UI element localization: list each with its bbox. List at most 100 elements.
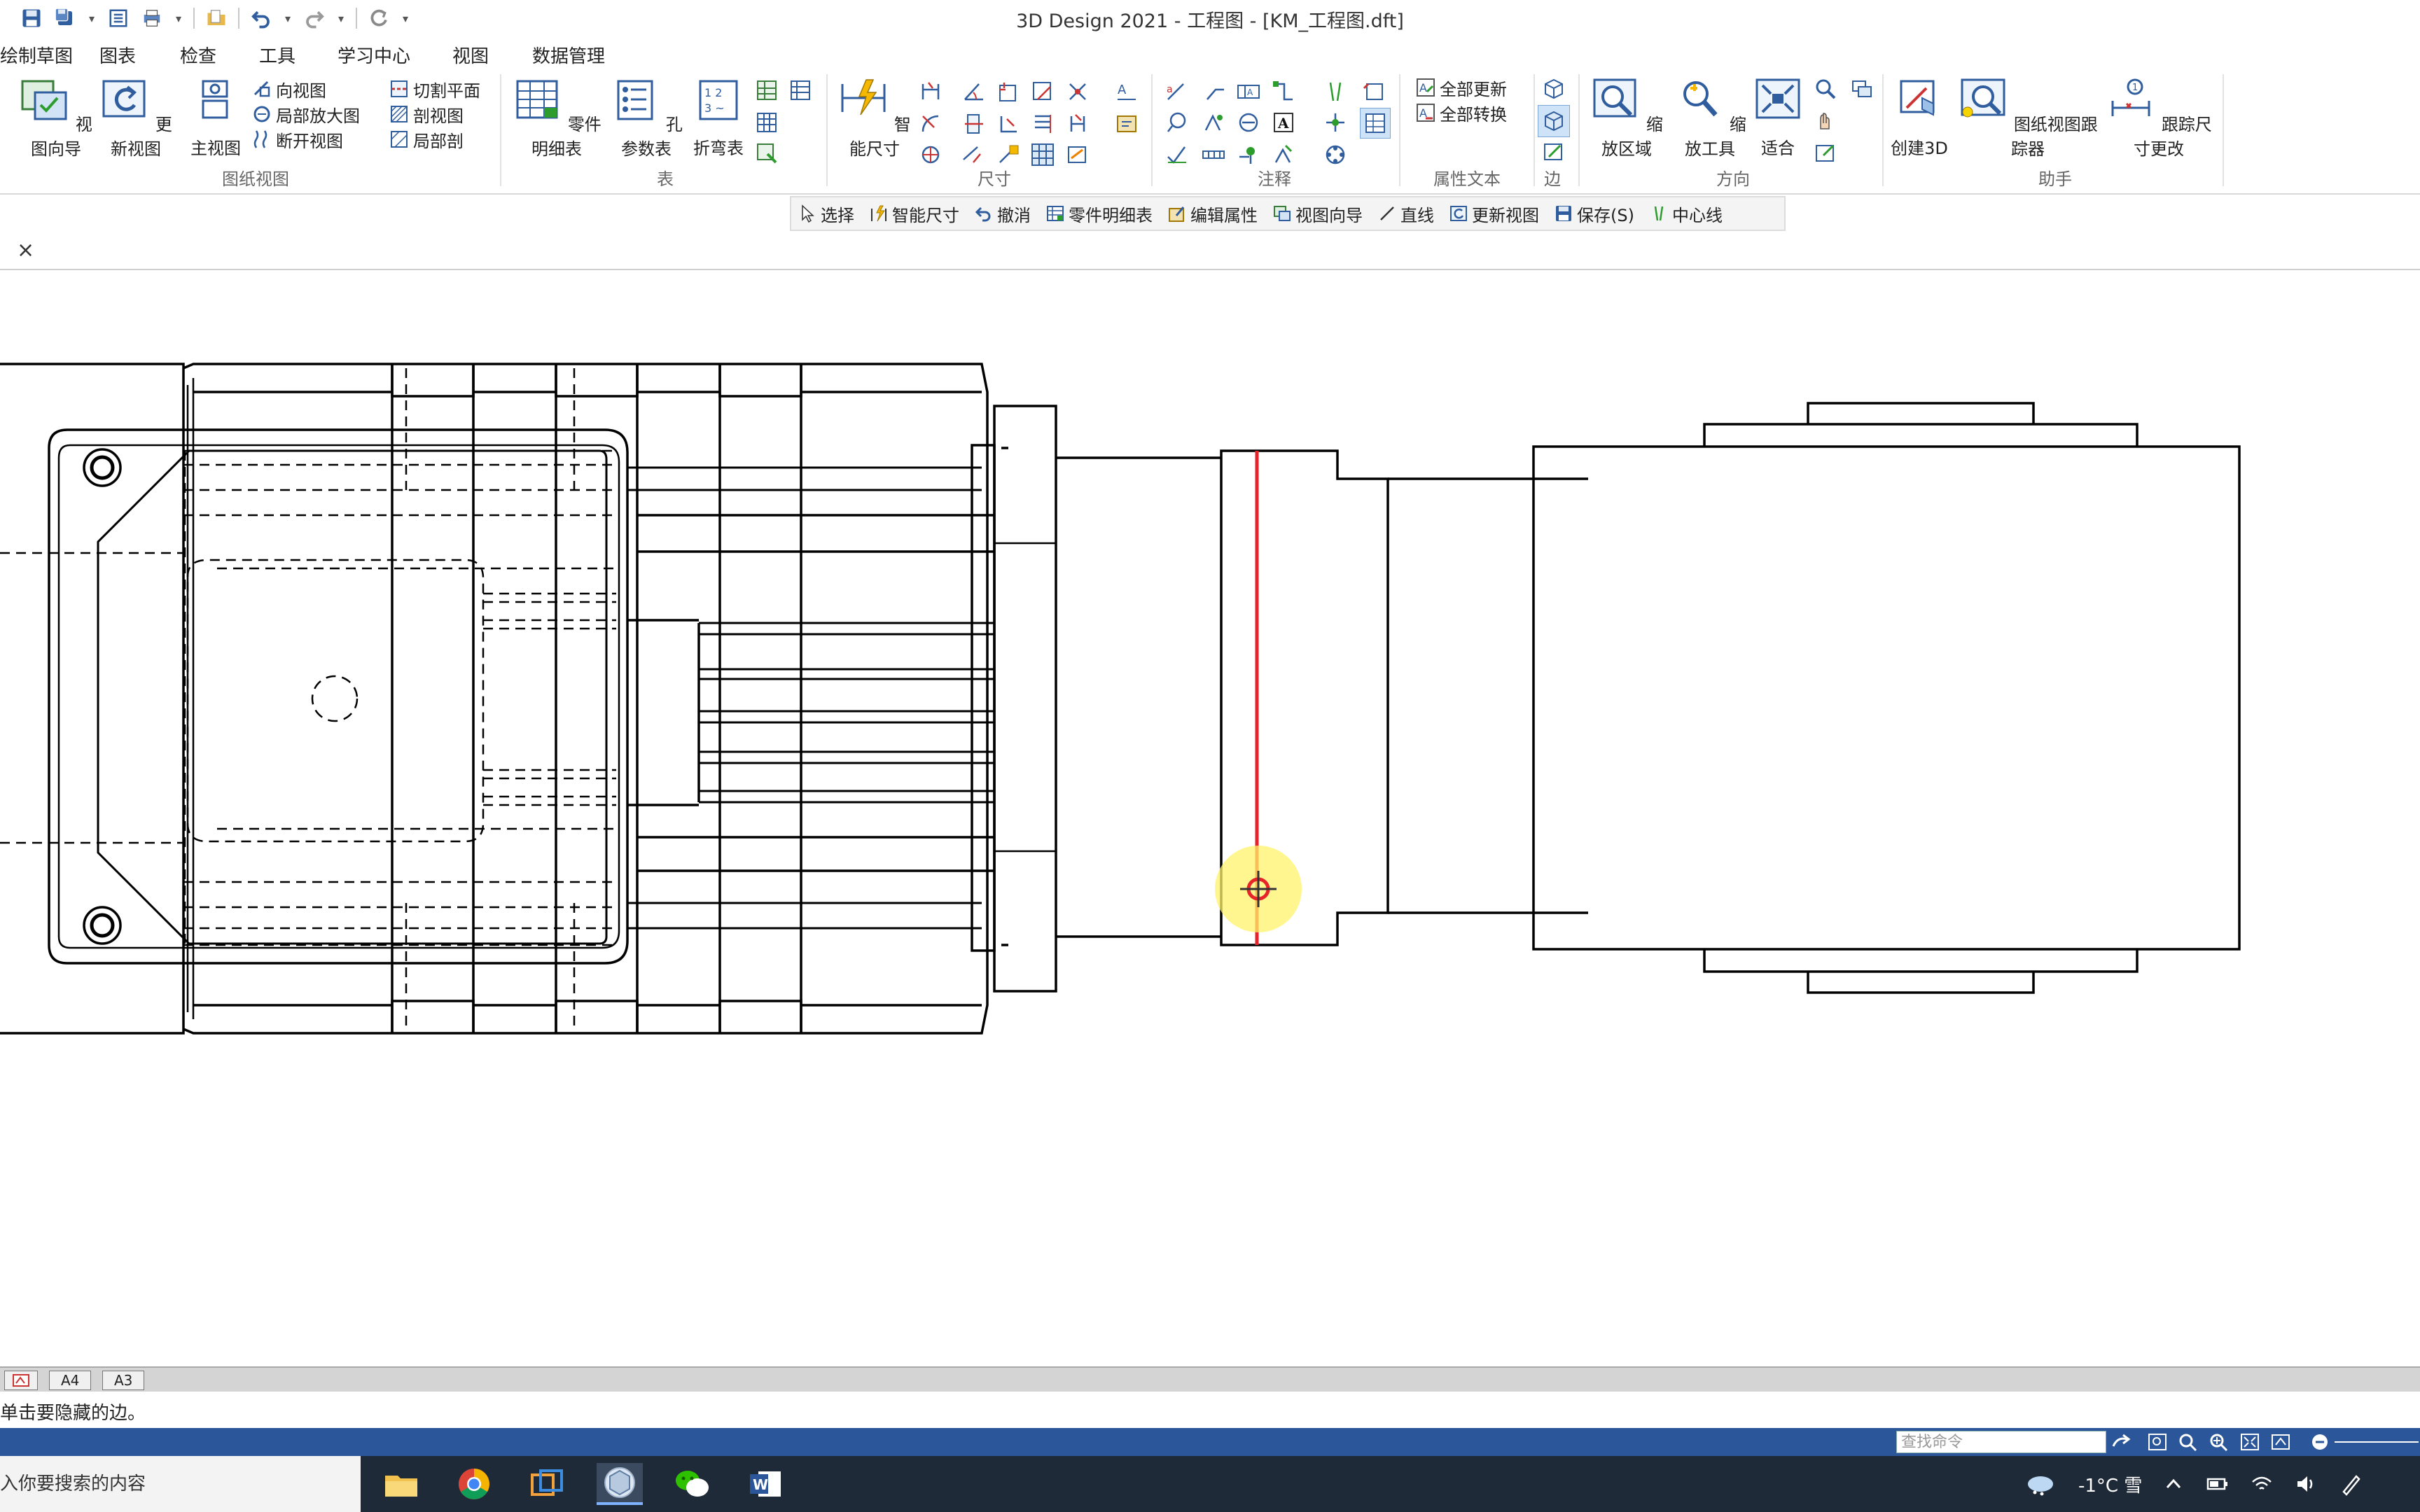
angular-coordinate-icon[interactable]	[919, 143, 943, 167]
zoom-icon[interactable]	[1814, 77, 1837, 101]
radius-dimension-icon[interactable]	[919, 112, 943, 136]
pan-icon[interactable]	[1814, 109, 1837, 133]
menu-inspect[interactable]: 检查	[180, 42, 216, 68]
cmd-edit-properties[interactable]: 编辑属性	[1161, 202, 1266, 226]
sheet-tab-a3[interactable]: A3	[102, 1371, 145, 1390]
datum-frame-icon[interactable]	[1237, 111, 1260, 134]
parts-list-button[interactable]: 零件明细表	[511, 77, 602, 160]
hole-table-button[interactable]: 孔参数表	[608, 77, 685, 160]
menu-view[interactable]: 视图	[452, 42, 489, 68]
partial-section-button[interactable]: 局部剖	[389, 127, 464, 151]
weather-icon[interactable]	[2024, 1471, 2057, 1497]
balloon-icon[interactable]	[1165, 111, 1189, 134]
battery-icon[interactable]	[2205, 1474, 2229, 1494]
update-views-button[interactable]: 更新视图	[97, 77, 175, 160]
wechat-icon[interactable]	[669, 1463, 716, 1505]
angle-dimension-icon[interactable]	[962, 80, 986, 104]
section-view-button[interactable]: 剖视图	[389, 102, 464, 126]
menu-tools[interactable]: 工具	[259, 42, 295, 68]
cmd-save[interactable]: 保存(S)	[1548, 202, 1643, 226]
cmd-undo[interactable]: 撤消	[968, 202, 1039, 226]
principal-view-button[interactable]: 主视图	[183, 77, 248, 159]
list-table-icon[interactable]	[788, 78, 812, 102]
diameter-dimension-icon[interactable]	[962, 112, 986, 136]
smart-dimension-button[interactable]: 智能尺寸	[833, 77, 916, 160]
drawing-sheet[interactable]	[0, 270, 2420, 1366]
edge-paint-icon[interactable]	[1542, 140, 1566, 164]
close-icon[interactable]: ×	[17, 238, 34, 262]
app-window-icon[interactable]	[524, 1463, 570, 1505]
file-explorer-icon[interactable]	[378, 1463, 424, 1505]
wifi-icon[interactable]	[2250, 1474, 2274, 1494]
dimension-tracker-button[interactable]: 1 跟踪尺寸更改	[2101, 77, 2217, 160]
table-tool-icon[interactable]	[755, 78, 779, 102]
text-dimension-icon[interactable]: A	[1115, 80, 1139, 104]
zoom-icon[interactable]	[2178, 1432, 2199, 1452]
dimension-property-icon[interactable]	[1115, 112, 1139, 136]
drawing-canvas[interactable]	[0, 270, 2420, 1366]
text-annotation-icon[interactable]: A	[1272, 111, 1295, 134]
previous-view-icon[interactable]	[1850, 77, 1874, 101]
taskbar-search[interactable]: 入你要搜索的内容	[0, 1456, 361, 1512]
distance-between-icon[interactable]	[919, 80, 943, 104]
edge-condition-icon[interactable]	[1202, 143, 1225, 167]
menu-diagram[interactable]: 图表	[99, 42, 136, 68]
dimension-axis-icon[interactable]	[997, 143, 1021, 167]
stack-dimension-icon[interactable]	[1031, 112, 1055, 136]
zoom-tool-button[interactable]: 缩放工具	[1669, 77, 1751, 160]
grid-table-icon[interactable]	[755, 111, 779, 134]
symmetric-dimension-icon[interactable]	[1066, 80, 1090, 104]
chevron-up-icon[interactable]	[2163, 1474, 2184, 1494]
update-all-button[interactable]: A 全部更新	[1416, 76, 1507, 99]
menu-sketch[interactable]: 绘制草图	[0, 42, 73, 68]
fit-button[interactable]: 适合	[1751, 77, 1805, 159]
chrome-icon[interactable]	[451, 1463, 497, 1505]
background-sheet-tab[interactable]	[4, 1371, 38, 1390]
dimension-grid-icon[interactable]	[1031, 143, 1055, 167]
bolt-circle-icon[interactable]	[1323, 143, 1347, 167]
menu-learning-center[interactable]: 学习中心	[338, 42, 410, 68]
volume-icon[interactable]	[2295, 1474, 2318, 1494]
feature-control-frame-icon[interactable]: A	[1237, 80, 1260, 104]
sheet-tab-a4[interactable]: A4	[49, 1371, 92, 1390]
auxiliary-view-button[interactable]: 向视图	[252, 77, 326, 101]
detail-view-button[interactable]: 局部放大图	[252, 102, 360, 126]
retrieve-dimension-icon[interactable]	[1066, 143, 1090, 167]
hidden-edges-toggle[interactable]	[1538, 105, 1570, 137]
zoom-slider[interactable]	[2335, 1441, 2419, 1443]
weather-text[interactable]: -1°C 雪	[2078, 1471, 2142, 1497]
pen-icon[interactable]	[2339, 1472, 2363, 1496]
cmd-select[interactable]: 选择	[791, 202, 863, 226]
3d-design-icon[interactable]	[597, 1463, 643, 1505]
menu-data-management[interactable]: 数据管理	[532, 42, 605, 68]
sheet-setup-icon[interactable]	[1814, 141, 1837, 165]
command-search-input[interactable]: 查找命令	[1896, 1431, 2106, 1453]
zoom-tool-icon[interactable]	[2209, 1432, 2230, 1452]
edge-dimension-icon[interactable]	[997, 112, 1021, 136]
bend-table-button[interactable]: 1 23 ~ 折弯表	[688, 77, 749, 159]
zoom-out-icon[interactable]	[2309, 1432, 2330, 1452]
cmd-update-view[interactable]: 更新视图	[1442, 202, 1548, 226]
cmd-view-wizard[interactable]: 视图向导	[1266, 202, 1371, 226]
broken-view-button[interactable]: 断开视图	[252, 127, 343, 151]
coordinate-dimension-icon[interactable]	[997, 80, 1021, 104]
leader-icon[interactable]: a	[1165, 80, 1189, 104]
cutting-plane-button[interactable]: 切割平面	[389, 77, 480, 101]
cmd-line[interactable]: 直线	[1371, 202, 1442, 226]
show-hide-edges-toggle[interactable]	[1360, 108, 1391, 139]
surface-texture-icon[interactable]	[1203, 111, 1227, 134]
bolt-hole-circle-icon[interactable]	[1237, 143, 1260, 167]
visible-edges-icon[interactable]	[1542, 77, 1566, 101]
chain-dimension-icon[interactable]	[1066, 112, 1090, 136]
chamfer-dimension-icon[interactable]	[1031, 80, 1055, 104]
table-export-icon[interactable]	[755, 141, 779, 165]
dimension-style-icon[interactable]	[961, 143, 985, 167]
connector-icon[interactable]	[1272, 80, 1295, 104]
cmd-centerline[interactable]: 中心线	[1643, 202, 1731, 226]
command-go-icon[interactable]	[2110, 1432, 2132, 1452]
cutting-line-annotation-icon[interactable]	[1272, 143, 1295, 167]
cmd-parts-list[interactable]: 零件明细表	[1039, 202, 1161, 226]
create-3d-button[interactable]: 创建3D	[1891, 77, 1948, 159]
weld-symbol-icon[interactable]	[1165, 143, 1189, 167]
center-mark-icon[interactable]	[1323, 111, 1347, 134]
